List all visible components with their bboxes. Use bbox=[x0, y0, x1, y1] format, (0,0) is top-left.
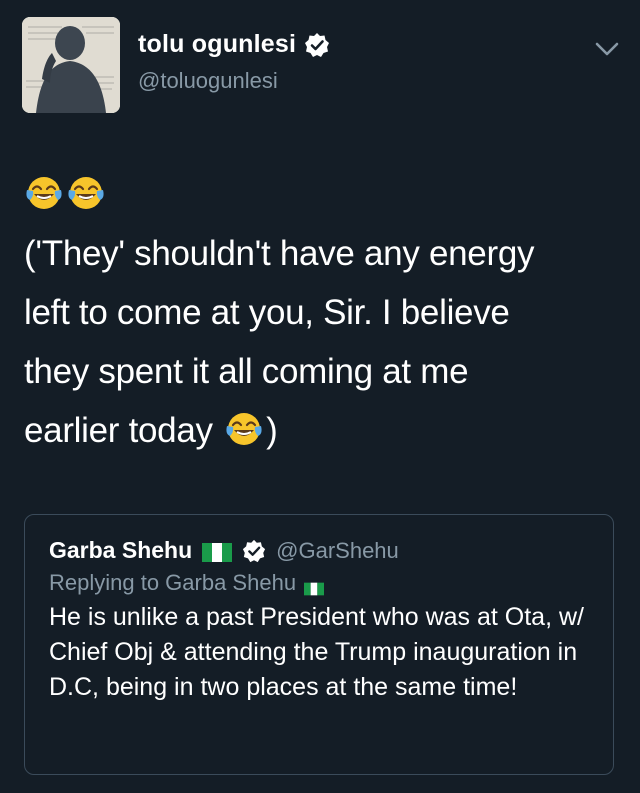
chevron-down-icon[interactable] bbox=[594, 40, 620, 58]
tweet-line: they spent it all coming at me bbox=[24, 352, 469, 391]
author-handle[interactable]: @toluogunlesi bbox=[138, 68, 278, 94]
tweet-line: ('They' shouldn't have any energy bbox=[24, 234, 535, 273]
tweet-body: ('They' shouldn't have any energy left t… bbox=[24, 162, 620, 460]
author-display-name[interactable]: tolu ogunlesi bbox=[138, 30, 296, 59]
tweet-line: left to come at you, Sir. I believe bbox=[24, 293, 510, 332]
quoted-tweet-header: Garba Shehu @GarShehu bbox=[49, 537, 589, 564]
tweet-line-text: earlier today bbox=[24, 411, 213, 450]
quoted-handle[interactable]: @GarShehu bbox=[276, 538, 399, 564]
nigeria-flag-icon bbox=[304, 576, 325, 596]
author-name-row[interactable]: tolu ogunlesi bbox=[138, 30, 330, 59]
avatar[interactable] bbox=[22, 17, 120, 113]
tweet-line-suffix: ) bbox=[266, 411, 278, 450]
tweet-text: ('They' shouldn't have any energy left t… bbox=[24, 224, 620, 460]
quoted-tweet-text: He is unlike a past President who was at… bbox=[49, 603, 584, 701]
face-with-tears-of-joy-icon bbox=[24, 171, 64, 211]
emoji-line bbox=[24, 162, 620, 220]
replying-to: Replying to Garba Shehu bbox=[49, 570, 589, 596]
replying-to-text: Replying to Garba Shehu bbox=[49, 570, 297, 595]
verified-badge-icon bbox=[304, 32, 330, 58]
face-with-tears-of-joy-icon bbox=[66, 171, 106, 211]
quoted-display-name[interactable]: Garba Shehu bbox=[49, 537, 192, 564]
verified-badge-icon bbox=[242, 539, 266, 563]
tweet-line: earlier today ) bbox=[24, 401, 620, 460]
face-with-tears-of-joy-icon bbox=[224, 407, 264, 447]
nigeria-flag-icon bbox=[202, 541, 233, 562]
quoted-tweet-card[interactable]: Garba Shehu @GarShehu Replying to Garba … bbox=[24, 514, 614, 775]
